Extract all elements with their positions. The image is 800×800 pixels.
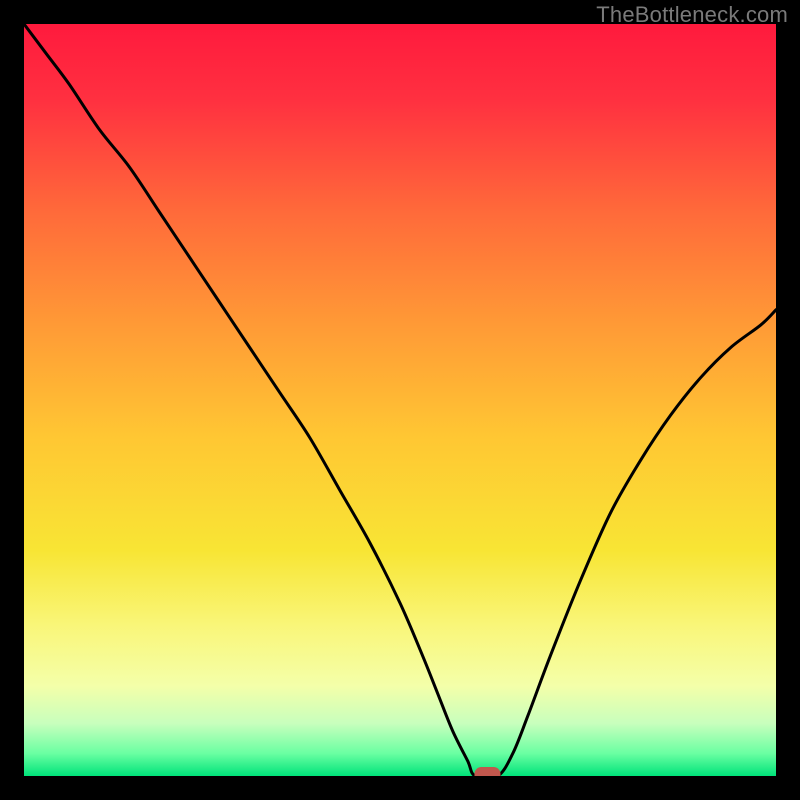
- watermark-text: TheBottleneck.com: [596, 2, 788, 28]
- chart-svg: [24, 24, 776, 776]
- gradient-background: [24, 24, 776, 776]
- chart-area: [24, 24, 776, 776]
- optimal-marker: [474, 767, 500, 776]
